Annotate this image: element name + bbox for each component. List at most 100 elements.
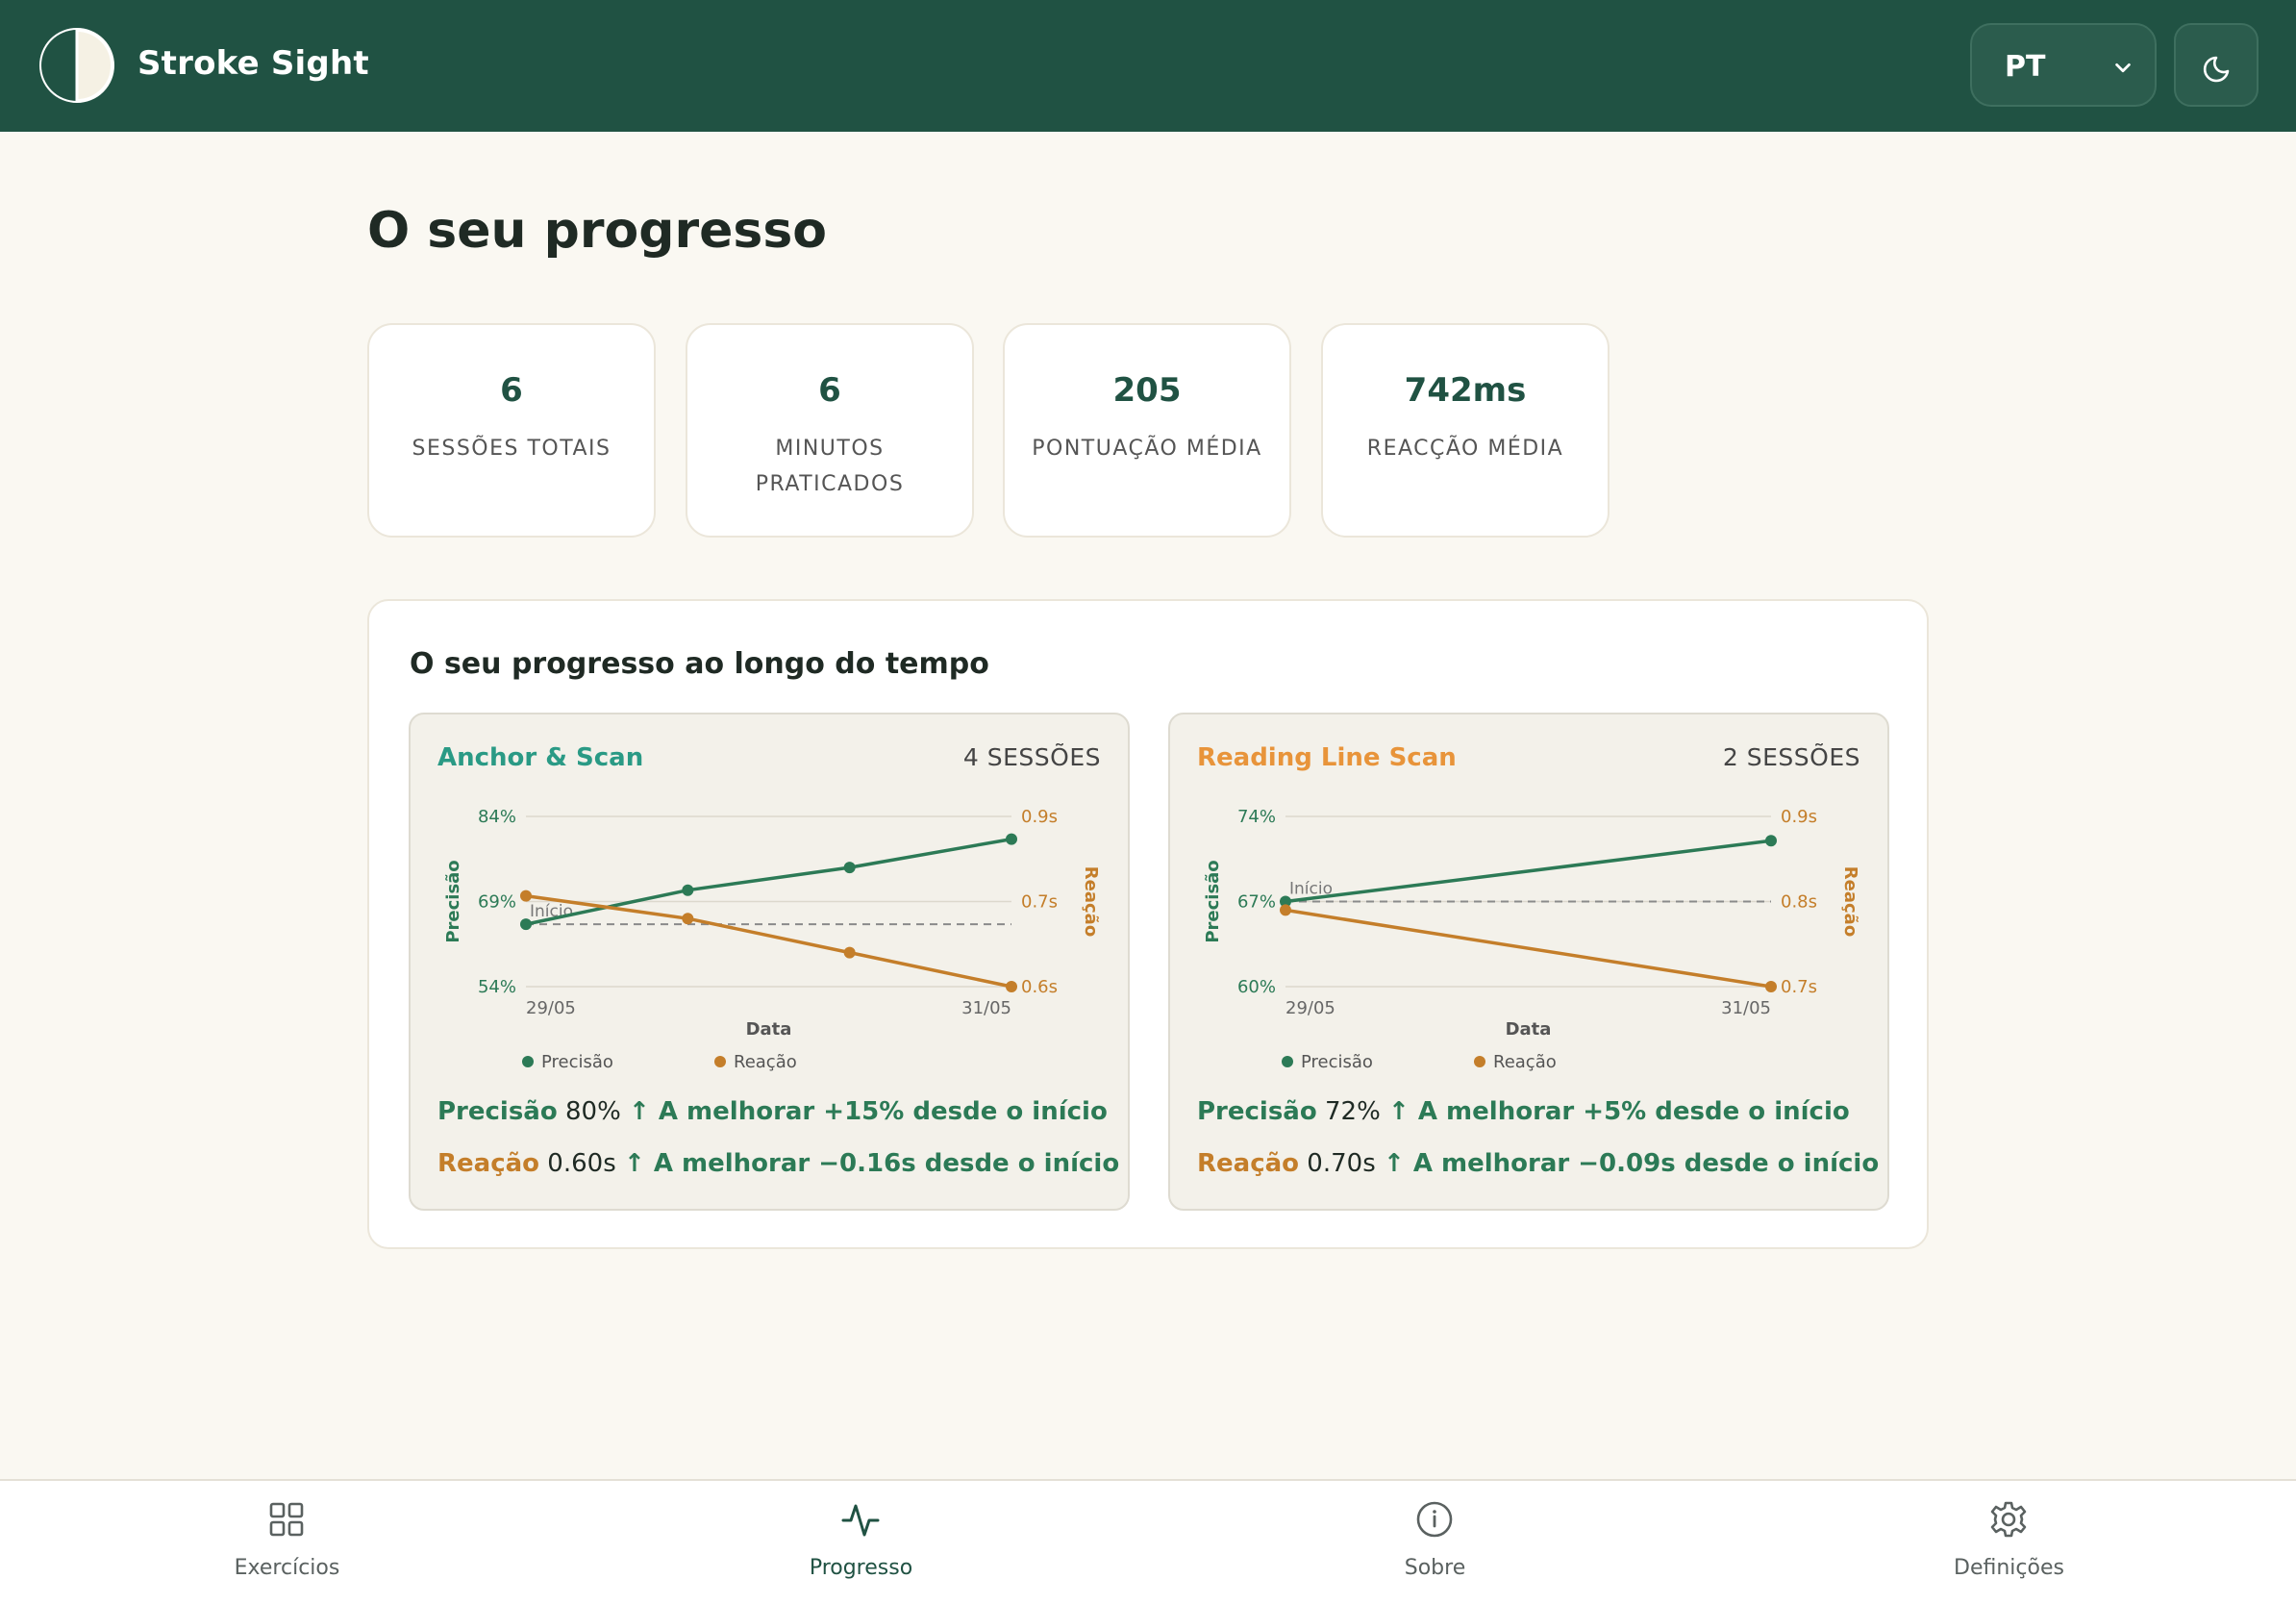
stat-label: PONTUAÇÃO MÉDIA [1032,437,1262,461]
y-tick-label-right: 0.9s [1021,807,1058,827]
bottom-navigation: Exercícios Progresso Sobre Definições [0,1479,2296,1604]
precision-label: Precisão [437,1097,558,1126]
exercise-card-anchor-scan: Anchor & Scan 4 SESSÕES 84% 69% 54% 0.9s 0.7… [409,713,1130,1211]
progress-chart: 84% 69% 54% 0.9s 0.7s 0.6s Precisão Reação 29/05… [443,807,1101,1072]
theme-toggle-button[interactable] [2174,23,2259,107]
grid-icon [269,1502,304,1537]
exercise-title: Reading Line Scan [1197,743,1457,772]
y-axis-title-right: Reação [1081,866,1101,937]
precision-value: 80% [564,1097,621,1126]
y-axis-title-left: Precisão [443,860,463,942]
progress-panel: O seu progresso ao longo do tempo Anchor… [367,599,1929,1249]
series-line [1285,839,1772,904]
data-point [682,913,694,925]
reaction-value: 0.60s [547,1149,616,1178]
series-line [1285,908,1772,989]
top-bar: Stroke Sight PT [0,0,2296,132]
stat-card-minutes-practiced: 6 MINUTOS PRATICADOS [686,323,974,538]
precision-summary: Precisão 80% ↑ A melhorar +15% desde o i… [437,1097,1108,1126]
exercise-title: Anchor & Scan [437,743,644,772]
x-axis-title: Data [1506,1019,1552,1040]
y-tick-label-left: 60% [1237,977,1276,997]
data-point [520,918,532,931]
data-point [1765,835,1777,847]
x-axis-title: Data [746,1019,792,1040]
y-tick-label-right: 0.7s [1781,977,1817,997]
data-point [843,862,856,874]
precision-label: Precisão [1197,1097,1317,1126]
stat-card-average-score: 205 PONTUAÇÃO MÉDIA [1003,323,1291,538]
page-title: O seu progresso [367,202,828,260]
nav-item-exercicios[interactable]: Exercícios [0,1481,574,1604]
reaction-label: Reação [437,1149,540,1178]
y-tick-label-right: 0.9s [1781,807,1817,827]
nav-item-sobre[interactable]: Sobre [1148,1481,1722,1604]
reaction-value: 0.70s [1307,1149,1376,1178]
exercise-card-reading-line-scan: Reading Line Scan 2 SESSÕES 74% 67% 60% 0.9… [1168,713,1889,1211]
stat-label: SESSÕES TOTAIS [412,437,611,461]
reaction-summary: Reação 0.70s ↑ A melhorar −0.09s desde o… [1197,1149,1879,1178]
data-point [1006,833,1017,845]
language-value: PT [2005,50,2046,84]
y-tick-label-right: 0.6s [1021,977,1058,997]
y-axis-title-left: Precisão [1203,860,1223,942]
series-line [525,837,1012,926]
nav-item-definicoes[interactable]: Definições [1722,1481,2296,1604]
logo-icon [39,28,114,103]
info-icon [1416,1501,1453,1538]
x-tick-label: 31/05 [961,998,1011,1018]
nav-label: Exercícios [234,1556,340,1580]
stat-label: REACÇÃO MÉDIA [1366,437,1564,461]
precision-value: 72% [1324,1097,1381,1126]
chevron-down-icon [2115,63,2131,73]
app-name: Stroke Sight [137,44,369,83]
reaction-label: Reação [1197,1149,1300,1178]
legend-marker [522,1056,534,1067]
data-point [520,890,532,902]
legend-label: Reação [1493,1052,1557,1072]
x-tick-label: 29/05 [1285,998,1335,1018]
legend-marker [714,1056,726,1067]
y-tick-label-right: 0.8s [1781,892,1817,913]
reaction-summary: Reação 0.60s ↑ A melhorar −0.16s desde o… [437,1149,1119,1178]
legend-label: Reação [734,1052,797,1072]
nav-label: Sobre [1404,1556,1466,1580]
nav-item-progresso[interactable]: Progresso [574,1481,1148,1604]
stat-value: 6 [818,371,841,410]
nav-label: Progresso [809,1556,913,1580]
x-tick-label: 31/05 [1721,998,1771,1018]
data-point [1006,981,1017,992]
activity-icon [841,1504,880,1537]
y-tick-label-right: 0.7s [1021,892,1058,913]
stat-value: 6 [500,371,523,410]
y-tick-label-left: 74% [1237,807,1276,827]
moon-icon [2203,56,2230,83]
nav-label: Definições [1954,1556,2064,1580]
data-point [1765,981,1777,992]
legend-label: Precisão [541,1052,613,1072]
precision-summary: Precisão 72% ↑ A melhorar +5% desde o in… [1197,1097,1850,1126]
language-select[interactable]: PT [1970,23,2157,107]
x-tick-label: 29/05 [526,998,576,1018]
stat-label: MINUTOS PRATICADOS [755,437,905,496]
y-tick-label-left: 69% [478,892,516,913]
y-axis-title-right: Reação [1840,866,1860,937]
y-tick-label-left: 54% [478,977,516,997]
data-point [1280,904,1291,916]
panel-title: O seu progresso ao longo do tempo [410,647,989,681]
stat-card-average-reaction: 742ms REACÇÃO MÉDIA [1321,323,1610,538]
reaction-trend: ↑ A melhorar −0.09s desde o início [1384,1149,1880,1178]
reaction-trend: ↑ A melhorar −0.16s desde o início [624,1149,1120,1178]
gear-icon [1990,1501,2027,1538]
y-tick-label-left: 67% [1237,892,1276,913]
progress-chart: 74% 67% 60% 0.9s 0.8s 0.7s Precisão Reação 29/05… [1203,807,1860,1072]
y-tick-label-left: 84% [478,807,516,827]
data-point [843,946,856,959]
stat-value: 742ms [1404,371,1527,410]
legend-marker [1474,1056,1485,1067]
data-point [682,884,694,896]
exercise-sessions: 4 SESSÕES [962,743,1101,771]
legend-label: Precisão [1301,1052,1373,1072]
stat-value: 205 [1112,371,1182,410]
legend-marker [1282,1056,1293,1067]
